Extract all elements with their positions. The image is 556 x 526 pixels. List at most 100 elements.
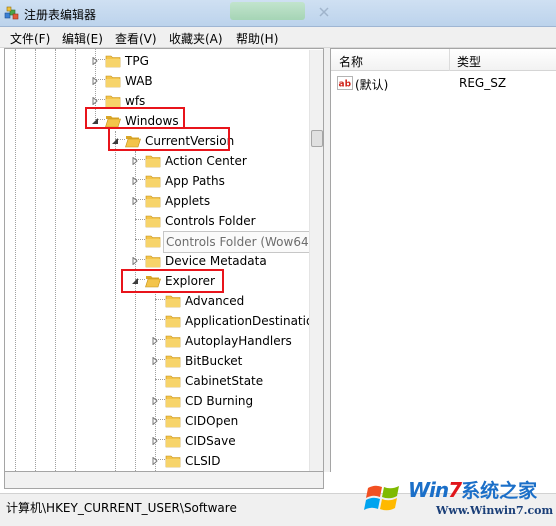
tree-node[interactable]: AutoplayHandlers [5, 331, 305, 351]
expand-arrow-icon[interactable] [91, 97, 99, 105]
tree-vertical-scrollbar[interactable] [309, 50, 323, 471]
svg-text:ab: ab [339, 80, 352, 90]
expand-arrow-icon[interactable] [151, 437, 159, 445]
expand-arrow-icon[interactable] [131, 197, 139, 205]
scrollbar-thumb[interactable] [311, 130, 323, 147]
tree-node[interactable]: Explorer [5, 271, 305, 291]
folder-icon [165, 355, 181, 368]
folder-icon [145, 175, 161, 188]
folder-icon [165, 435, 181, 448]
registry-tree[interactable]: TPG WAB wfs Windows CurrentVersion Action Cen… [4, 48, 324, 472]
tree-node-label: wfs [125, 94, 146, 108]
column-header-type[interactable]: 类型 [457, 53, 481, 70]
tree-node-label: WAB [125, 74, 153, 88]
value-type: REG_SZ [459, 76, 507, 90]
regedit-app-icon [4, 6, 19, 20]
values-list[interactable]: 名称 类型 ab (默认) REG_SZ [330, 48, 556, 472]
tree-node-label: CabinetState [185, 374, 264, 388]
tree-node[interactable]: Controls Folder [5, 211, 305, 231]
folder-icon [165, 455, 181, 468]
menu-bar: 文件(F) 编辑(E) 查看(V) 收藏夹(A) 帮助(H) [0, 27, 556, 48]
tree-node[interactable]: BitBucket [5, 351, 305, 371]
tree-node[interactable]: CIDSave [5, 431, 305, 451]
site-watermark: Win7系统之家 Www.Winwin7.com [362, 472, 556, 526]
tree-node[interactable]: ApplicationDestinatio [5, 311, 313, 331]
values-header: 名称 类型 [331, 49, 556, 71]
tree-node-label: Action Center [165, 154, 247, 168]
title-bar: 注册表编辑器 [0, 0, 556, 27]
close-icon [319, 7, 329, 17]
folder-icon [145, 215, 161, 228]
menu-favorites[interactable]: 收藏夹(A) [169, 30, 223, 47]
tree-node[interactable]: CIDOpen [5, 411, 305, 431]
tree-node[interactable]: Device Metadata [5, 251, 305, 271]
expand-arrow-icon[interactable] [131, 157, 139, 165]
value-row[interactable]: ab (默认) REG_SZ [331, 75, 556, 93]
tree-node[interactable]: App Paths [5, 171, 305, 191]
tree-node-label: BitBucket [185, 354, 243, 368]
folder-icon [145, 235, 161, 248]
folder-icon [165, 415, 181, 428]
folder-icon [105, 75, 121, 88]
menu-view[interactable]: 查看(V) [115, 30, 157, 47]
expand-arrow-icon[interactable] [131, 257, 139, 265]
folder-icon [165, 395, 181, 408]
windows-logo-icon [364, 485, 399, 511]
collapse-arrow-icon[interactable] [131, 277, 139, 285]
tree-node[interactable]: Controls Folder (Wow64) [5, 231, 317, 253]
menu-edit[interactable]: 编辑(E) [62, 30, 103, 47]
collapse-arrow-icon[interactable] [91, 117, 99, 125]
window-title: 注册表编辑器 [24, 8, 97, 22]
tree-node[interactable]: CurrentVersion [5, 131, 305, 151]
expand-arrow-icon[interactable] [151, 337, 159, 345]
folder-icon [105, 95, 121, 108]
folder-icon [125, 136, 141, 148]
tree-node-label: CurrentVersion [145, 134, 235, 148]
tree-horizontal-scrollbar[interactable] [4, 472, 324, 489]
folder-icon [165, 375, 181, 388]
tree-node-label: ApplicationDestinatio [185, 314, 314, 328]
folder-icon [165, 295, 181, 308]
tree-node-label: Advanced [185, 294, 245, 308]
watermark-url: Www.Winwin7.com [436, 504, 554, 517]
tree-node-label: AutoplayHandlers [185, 334, 292, 348]
expand-arrow-icon[interactable] [151, 397, 159, 405]
column-divider[interactable] [449, 49, 450, 71]
tree-node[interactable]: Advanced [5, 291, 305, 311]
menu-help[interactable]: 帮助(H) [236, 30, 278, 47]
tree-node[interactable]: wfs [5, 91, 305, 111]
tree-node-label: CD Burning [185, 394, 254, 408]
tree-node-label: Applets [165, 194, 211, 208]
tree-node[interactable]: Windows [5, 111, 305, 131]
expand-arrow-icon[interactable] [151, 417, 159, 425]
folder-icon [165, 315, 181, 328]
tree-node[interactable]: Applets [5, 191, 305, 211]
tree-node[interactable]: WAB [5, 71, 305, 91]
tree-node[interactable]: CabinetState [5, 371, 305, 391]
folder-icon [165, 335, 181, 348]
tree-node-label: Controls Folder [165, 214, 256, 228]
expand-arrow-icon[interactable] [91, 77, 99, 85]
value-name: (默认) [355, 78, 389, 92]
expand-arrow-icon[interactable] [151, 457, 159, 465]
expand-arrow-icon[interactable] [151, 357, 159, 365]
tree-node-label: CIDSave [185, 434, 236, 448]
expand-arrow-icon[interactable] [131, 177, 139, 185]
tree-node[interactable]: CLSID [5, 451, 305, 471]
folder-icon [145, 195, 161, 208]
expand-arrow-icon[interactable] [91, 57, 99, 65]
tree-node-label: TPG [125, 54, 149, 68]
tree-node[interactable]: TPG [5, 51, 305, 71]
folder-icon [145, 255, 161, 268]
tree-node-label: Windows [125, 114, 179, 128]
blurred-toolbar-button [230, 2, 305, 20]
status-path: 计算机\HKEY_CURRENT_USER\Software [6, 501, 237, 515]
tree-node-label: Controls Folder (Wow64) [163, 231, 317, 253]
tree-node[interactable]: CD Burning [5, 391, 305, 411]
string-value-icon: ab [337, 76, 353, 90]
menu-file[interactable]: 文件(F) [10, 30, 50, 47]
tree-node[interactable]: Action Center [5, 151, 305, 171]
column-header-name[interactable]: 名称 [339, 53, 363, 70]
folder-icon [145, 276, 161, 288]
collapse-arrow-icon[interactable] [111, 137, 119, 145]
